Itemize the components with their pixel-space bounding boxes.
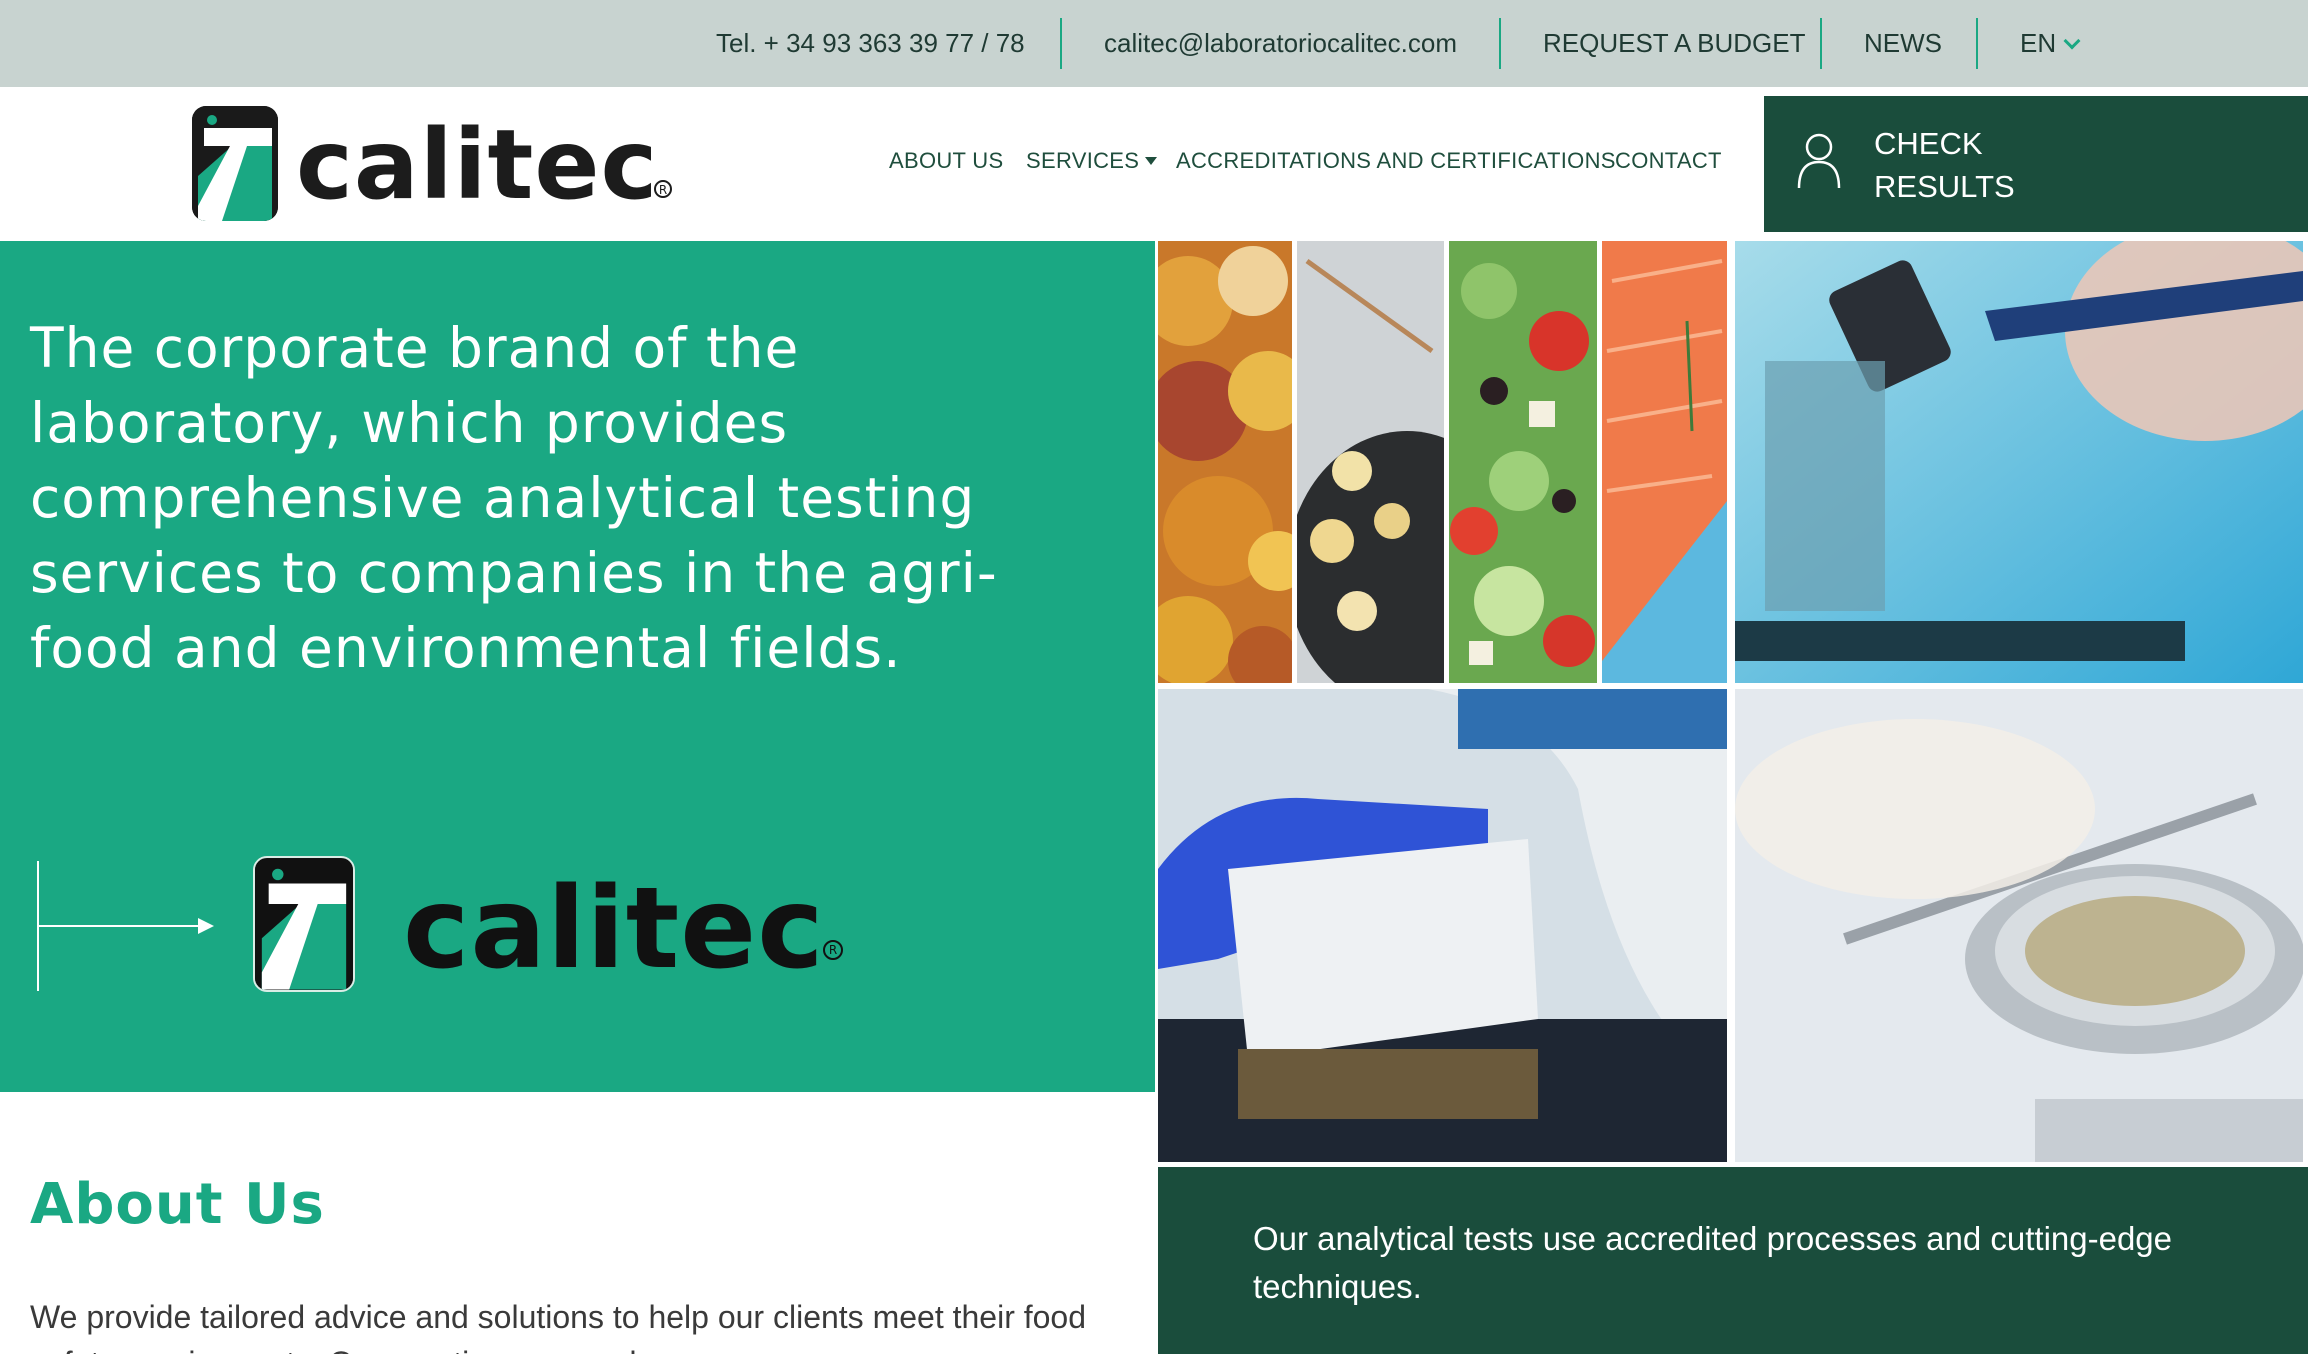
user-icon	[1797, 133, 1841, 189]
microscope-photo	[1735, 241, 2303, 683]
email-link[interactable]: calitec@laboratoriocalitec.com	[1104, 0, 1457, 87]
hero-logo-wordmark: calitec	[403, 864, 825, 994]
about-us-body: We provide tailored advice and solutions…	[30, 1299, 1087, 1354]
nav-accreditations[interactable]: ACCREDITATIONS AND CERTIFICATIONS	[1176, 148, 1616, 174]
topbar-divider	[1820, 18, 1822, 69]
hero-registered-mark: R	[823, 940, 843, 960]
logo-mark-icon	[192, 106, 278, 221]
news-link[interactable]: NEWS	[1864, 0, 1942, 87]
topbar-divider	[1060, 18, 1062, 69]
check-results-label: CHECK RESULTS	[1874, 122, 2074, 208]
nav-services-label: SERVICES	[1026, 148, 1140, 173]
hero-panel: The corporate brand of the laboratory, w…	[0, 241, 1155, 1092]
chips-photo	[1158, 241, 1292, 683]
nav-services[interactable]: SERVICES	[1026, 148, 1158, 174]
check-results-line1: CHECK	[1874, 126, 1983, 161]
chevron-down-icon	[2063, 32, 2081, 50]
check-results-line2: RESULTS	[1874, 169, 2015, 204]
top-utility-bar: Tel. + 34 93 363 39 77 / 78 calitec@labo…	[0, 0, 2308, 87]
registered-mark: R	[654, 180, 672, 198]
caret-down-icon	[1145, 157, 1158, 165]
nav-contact[interactable]: CONTACT	[1615, 148, 1722, 174]
powder-sample-photo	[1735, 689, 2303, 1162]
about-us-heading: About Us	[30, 1172, 325, 1237]
accredited-note-panel: Our analytical tests use accredited proc…	[1158, 1167, 2308, 1354]
accredited-note-text: Our analytical tests use accredited proc…	[1253, 1220, 2173, 1305]
nav-about-us[interactable]: ABOUT US	[889, 148, 1003, 174]
hero-logo-mark-icon	[253, 856, 355, 992]
salad-photo	[1449, 241, 1597, 683]
phone-link[interactable]: Tel. + 34 93 363 39 77 / 78	[716, 0, 1025, 87]
topbar-divider	[1976, 18, 1978, 69]
language-selector[interactable]: EN	[2020, 0, 2081, 87]
pasta-photo	[1297, 241, 1444, 683]
language-label: EN	[2020, 28, 2057, 58]
arrow-right-icon	[37, 861, 214, 991]
hero-text: The corporate brand of the laboratory, w…	[30, 316, 998, 680]
salmon-photo	[1602, 241, 1727, 683]
pcr-plate-photo	[1158, 689, 1727, 1162]
topbar-divider	[1499, 18, 1501, 69]
check-results-button[interactable]: CHECK RESULTS	[1764, 96, 2308, 232]
logo-wordmark: calitec	[296, 109, 659, 221]
request-budget-link[interactable]: REQUEST A BUDGET	[1543, 0, 1805, 87]
